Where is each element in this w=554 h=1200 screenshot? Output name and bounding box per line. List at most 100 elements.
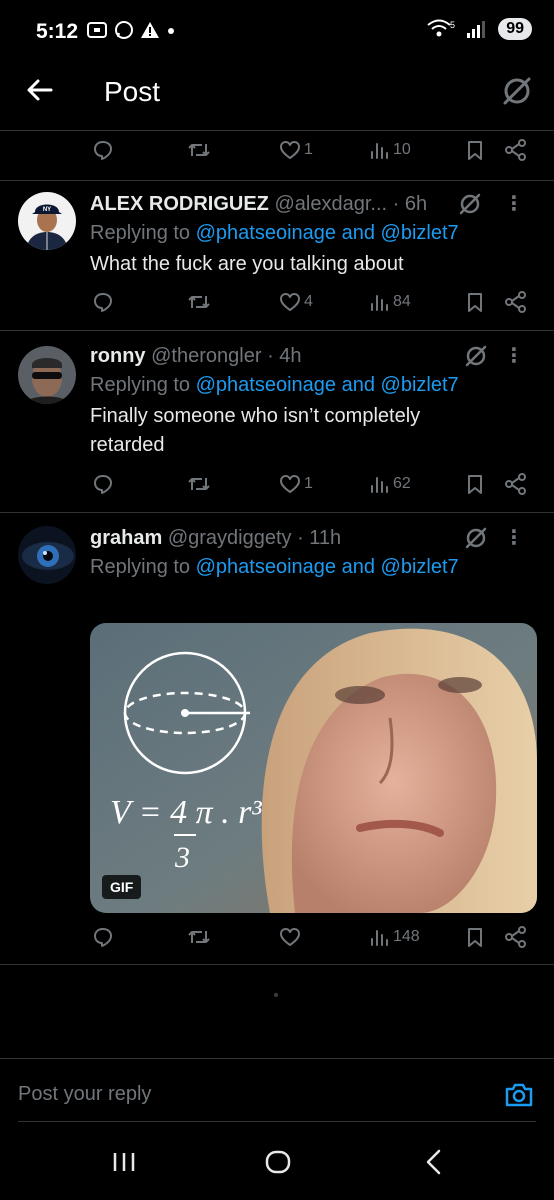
- author-name[interactable]: graham: [90, 527, 162, 549]
- more-icon[interactable]: ⋮: [504, 342, 524, 370]
- mention-link[interactable]: @bizlet7: [381, 556, 459, 578]
- repost-button[interactable]: [187, 139, 211, 161]
- replying-to: Replying to @phatseoinage and @bizlet7: [90, 552, 534, 582]
- more-icon[interactable]: ⋮: [504, 524, 524, 552]
- tweet-header: ALEX RODRIGUEZ @alexdagr... · 6h ⋮: [90, 190, 534, 218]
- bookmark-icon: [468, 141, 482, 160]
- avatar[interactable]: [18, 346, 76, 404]
- svg-text:3: 3: [174, 841, 190, 874]
- mention-and: and: [336, 222, 381, 244]
- gif-badge: GIF: [102, 875, 142, 899]
- views-button[interactable]: 148: [370, 926, 420, 948]
- reply-tweet[interactable]: NY ALEX RODRIGUEZ @alexdagr... · 6h ⋮ Re…: [0, 180, 554, 330]
- bookmark-icon: [468, 293, 482, 312]
- reply-composer: [0, 1058, 554, 1124]
- grok-icon[interactable]: [464, 344, 488, 368]
- like-button[interactable]: 1: [279, 473, 313, 495]
- bookmark-button[interactable]: [464, 291, 486, 313]
- repost-icon: [188, 931, 210, 943]
- reply-button[interactable]: [92, 139, 114, 161]
- recents-icon[interactable]: [110, 1148, 138, 1176]
- system-nav-bar: [0, 1130, 554, 1200]
- share-icon: [505, 139, 526, 161]
- tweet-actions: 1 10: [0, 139, 554, 169]
- share-button[interactable]: [504, 139, 528, 161]
- like-button[interactable]: [279, 926, 304, 948]
- like-button[interactable]: 4: [279, 291, 313, 313]
- warning-icon: [141, 22, 159, 38]
- views-count: 62: [393, 475, 411, 492]
- reply-button[interactable]: [92, 291, 114, 313]
- divider: [18, 1121, 536, 1122]
- status-system-icons: 5 99: [426, 18, 532, 40]
- reply-input[interactable]: [18, 1083, 438, 1106]
- author-handle[interactable]: @graydiggety: [168, 527, 292, 549]
- bookmark-button[interactable]: [464, 473, 486, 495]
- like-count: 4: [304, 293, 313, 310]
- like-button[interactable]: 1: [279, 139, 313, 161]
- views-icon: [371, 143, 388, 159]
- author-name[interactable]: ronny: [90, 345, 146, 367]
- repost-button[interactable]: [187, 926, 211, 948]
- repost-icon: [188, 296, 210, 308]
- repost-icon: [188, 478, 210, 490]
- status-time: 5:12: [36, 20, 79, 43]
- like-icon: [280, 928, 300, 946]
- back-arrow-icon[interactable]: [24, 74, 56, 106]
- tweet-body: graham @graydiggety · 11h ⋮ Replying to …: [90, 524, 534, 582]
- mention-link[interactable]: @phatseoinage: [196, 222, 336, 244]
- mention-and: and: [336, 374, 381, 396]
- share-button[interactable]: [504, 291, 528, 313]
- gif-media[interactable]: V = 4 π . r³ 3 GIF: [90, 623, 537, 913]
- author-handle[interactable]: @alexdagr...: [274, 193, 387, 215]
- avatar[interactable]: [18, 526, 76, 584]
- bookmark-button[interactable]: [464, 926, 486, 948]
- mention-link[interactable]: @phatseoinage: [196, 374, 336, 396]
- views-count: 148: [393, 928, 420, 945]
- bookmark-icon: [468, 928, 482, 947]
- views-button[interactable]: 10: [370, 139, 411, 161]
- repost-button[interactable]: [187, 473, 211, 495]
- top-app-bar: Post: [0, 62, 554, 128]
- tweet-time: · 11h: [297, 527, 342, 549]
- reply-button[interactable]: [92, 473, 114, 495]
- avatar[interactable]: NY: [18, 192, 76, 250]
- camera-icon[interactable]: [504, 1081, 534, 1109]
- divider: [0, 130, 554, 131]
- status-bar: 5:12 5 99: [0, 0, 554, 62]
- bookmark-button[interactable]: [464, 139, 486, 161]
- more-icon[interactable]: ⋮: [504, 190, 524, 218]
- svg-text:NY: NY: [43, 207, 51, 213]
- share-button[interactable]: [504, 926, 528, 948]
- share-icon: [505, 926, 526, 948]
- reply-icon: [94, 141, 112, 160]
- tweet-text: What the fuck are you talking about: [90, 253, 404, 275]
- gif-formula: V = 4 π . r³: [110, 794, 262, 831]
- share-icon: [505, 473, 526, 495]
- back-icon[interactable]: [420, 1148, 448, 1176]
- repost-button[interactable]: [187, 291, 211, 313]
- mention-link[interactable]: @bizlet7: [381, 374, 459, 396]
- tweet-header: graham @graydiggety · 11h ⋮: [90, 524, 534, 552]
- loading-dot: [274, 993, 278, 997]
- mention-link[interactable]: @bizlet7: [381, 222, 459, 244]
- views-button[interactable]: 62: [370, 473, 411, 495]
- share-button[interactable]: [504, 473, 528, 495]
- grok-icon[interactable]: [464, 526, 488, 550]
- wifi-icon: 5: [427, 19, 455, 37]
- replying-to: Replying to @phatseoinage and @bizlet7: [90, 370, 534, 400]
- share-icon: [505, 291, 526, 313]
- views-button[interactable]: 84: [370, 291, 411, 313]
- like-count: 1: [304, 475, 313, 492]
- home-icon[interactable]: [264, 1148, 292, 1176]
- grok-icon[interactable]: [500, 74, 534, 108]
- author-handle[interactable]: @therongler: [151, 345, 261, 367]
- grok-icon[interactable]: [458, 192, 482, 216]
- tweet-actions: 148: [0, 926, 554, 956]
- divider: [0, 964, 554, 965]
- like-icon: [280, 475, 300, 493]
- author-name[interactable]: ALEX RODRIGUEZ: [90, 193, 269, 215]
- reply-button[interactable]: [92, 926, 114, 948]
- mention-link[interactable]: @phatseoinage: [196, 556, 336, 578]
- reply-tweet[interactable]: ronny @therongler · 4h ⋮ Replying to @ph…: [0, 330, 554, 512]
